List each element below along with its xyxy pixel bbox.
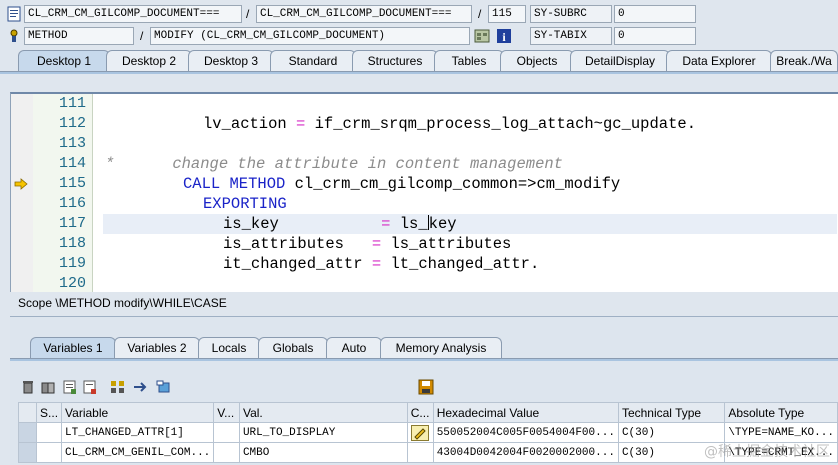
line-number: 118 (58, 235, 86, 252)
col-v[interactable]: V... (213, 402, 240, 423)
navigate-icon[interactable] (132, 379, 148, 395)
cell-absolute-type: \TYPE=NAME_KO... (724, 422, 838, 443)
separator: / (246, 7, 250, 21)
line-number: 117 (58, 215, 86, 232)
line-numbers: 111 112 113 114 115 116 117 118 119 120 (33, 94, 93, 292)
detail-icon[interactable] (156, 379, 172, 395)
tab-structures[interactable]: Structures (352, 50, 438, 72)
sysfield-value[interactable]: 0 (614, 27, 696, 45)
code-line-114: * change the attribute in content managem… (105, 155, 563, 173)
line-number: 112 (58, 115, 86, 132)
col-s[interactable]: S... (36, 402, 63, 423)
tab-variables-2[interactable]: Variables 2 (114, 337, 200, 359)
tab-tables[interactable]: Tables (434, 50, 504, 72)
line-number: 120 (58, 275, 86, 292)
cell-technical-type: C(30) (617, 422, 726, 443)
tab-locals[interactable]: Locals (198, 337, 260, 359)
tab-breakpoints[interactable]: Break./Wa (770, 50, 838, 72)
col-technical-type[interactable]: Technical Type (617, 402, 726, 423)
tab-variables-1[interactable]: Variables 1 (30, 337, 116, 359)
tab-data-explorer[interactable]: Data Explorer (666, 50, 772, 72)
event-type-field[interactable]: METHOD (24, 27, 134, 45)
code-line-117: is_key = ls_key (103, 214, 837, 234)
event-name-field[interactable]: MODIFY (CL_CRM_CM_GILCOMP_DOCUMENT) (150, 27, 470, 45)
line-number: 111 (58, 95, 86, 112)
row-selector[interactable] (17, 422, 38, 443)
tab-standard[interactable]: Standard (270, 50, 356, 72)
line-number: 114 (58, 155, 86, 172)
delete-all-icon[interactable] (40, 379, 56, 395)
cell-v (213, 442, 240, 463)
code-line-115: CALL METHOD cl_crm_cm_gilcomp_common=>cm… (183, 175, 621, 193)
save-variables-icon[interactable] (62, 379, 78, 395)
cell-variable[interactable]: CL_CRM_CM_GENIL_COM... (61, 442, 215, 463)
sysfield-label: SY-SUBRC (530, 5, 612, 23)
col-select[interactable] (17, 402, 38, 423)
delete-icon[interactable] (20, 379, 36, 395)
separator: / (140, 29, 144, 43)
include-field[interactable]: CL_CRM_CM_GILCOMP_DOCUMENT=== (256, 5, 472, 23)
tab-desktop-2[interactable]: Desktop 2 (106, 50, 192, 72)
code-line-112: lv_action = if_crm_srqm_process_log_atta… (203, 115, 696, 133)
col-hex[interactable]: Hexadecimal Value (432, 402, 619, 423)
structure-icon[interactable] (110, 379, 126, 395)
line-number: 113 (58, 135, 86, 152)
save-icon[interactable] (418, 379, 434, 395)
variable-tabs: Variables 1 Variables 2 Locals Globals A… (10, 337, 838, 359)
code-line-119: it_changed_attr = lt_changed_attr. (223, 255, 540, 273)
source-editor[interactable]: 111 112 113 114 115 116 117 118 119 120 … (10, 92, 838, 292)
code-line-118: is_attributes = ls_attributes (223, 235, 512, 253)
col-val[interactable]: Val. (238, 402, 408, 423)
edit-pencil-icon[interactable] (410, 424, 429, 441)
cell-hex: 43004D0042004F0020002000... (432, 442, 619, 463)
cell-variable[interactable]: LT_CHANGED_ATTR[1] (61, 422, 215, 443)
col-absolute-type[interactable]: Absolute Type (724, 402, 838, 423)
load-variables-icon[interactable] (82, 379, 98, 395)
col-c[interactable]: C... (406, 402, 434, 423)
cell-c[interactable] (406, 422, 434, 443)
tab-underline (10, 358, 838, 361)
tab-desktop-3[interactable]: Desktop 3 (188, 50, 274, 72)
info-icon[interactable]: i (496, 28, 512, 44)
desktop-tabs: Desktop 1 Desktop 2 Desktop 3 Standard S… (0, 50, 838, 72)
cell-val[interactable]: URL_TO_DISPLAY (238, 422, 408, 443)
program-info-row: CL_CRM_CM_GILCOMP_DOCUMENT=== / CL_CRM_C… (0, 4, 838, 24)
cell-s (36, 442, 63, 463)
code-area[interactable]: lv_action = if_crm_srqm_process_log_atta… (93, 94, 837, 292)
scope-label: Scope \METHOD modify\WHILE\CASE (18, 296, 227, 310)
event-info-row: METHOD / MODIFY (CL_CRM_CM_GILCOMP_DOCUM… (0, 26, 838, 46)
program-icon (6, 6, 22, 22)
breakpoint-gutter[interactable] (11, 94, 33, 292)
tab-underline (0, 71, 838, 74)
watermark: @稀土掘金技术社区 (704, 444, 830, 460)
tab-globals[interactable]: Globals (258, 337, 328, 359)
table-row[interactable]: LT_CHANGED_ATTR[1] URL_TO_DISPLAY 550052… (17, 422, 838, 443)
cell-c (406, 442, 434, 463)
sysfield-label: SY-TABIX (530, 27, 612, 45)
cell-v (213, 422, 240, 443)
line-number: 116 (58, 195, 86, 212)
col-variable[interactable]: Variable (61, 402, 215, 423)
cell-hex: 550052004C005F0054004F00... (432, 422, 619, 443)
separator: / (478, 7, 482, 21)
tab-auto[interactable]: Auto (326, 337, 382, 359)
table-header-row: S... Variable V... Val. C... Hexadecimal… (17, 402, 838, 423)
current-line-arrow-icon (14, 178, 28, 190)
cell-s (36, 422, 63, 443)
event-icon (6, 28, 22, 44)
tab-memory-analysis[interactable]: Memory Analysis (380, 337, 502, 359)
cell-val[interactable]: CMBO (238, 442, 408, 463)
line-number: 119 (58, 255, 86, 272)
calendar-icon[interactable] (474, 28, 490, 44)
tab-objects[interactable]: Objects (500, 50, 574, 72)
tab-desktop-1[interactable]: Desktop 1 (18, 50, 110, 72)
row-selector[interactable] (17, 442, 38, 463)
program-field[interactable]: CL_CRM_CM_GILCOMP_DOCUMENT=== (24, 5, 242, 23)
line-number: 115 (58, 175, 86, 192)
code-line-116: EXPORTING (203, 195, 287, 213)
sysfield-value[interactable]: 0 (614, 5, 696, 23)
line-field[interactable]: 115 (488, 5, 526, 23)
tab-detaildisplay[interactable]: DetailDisplay (570, 50, 670, 72)
